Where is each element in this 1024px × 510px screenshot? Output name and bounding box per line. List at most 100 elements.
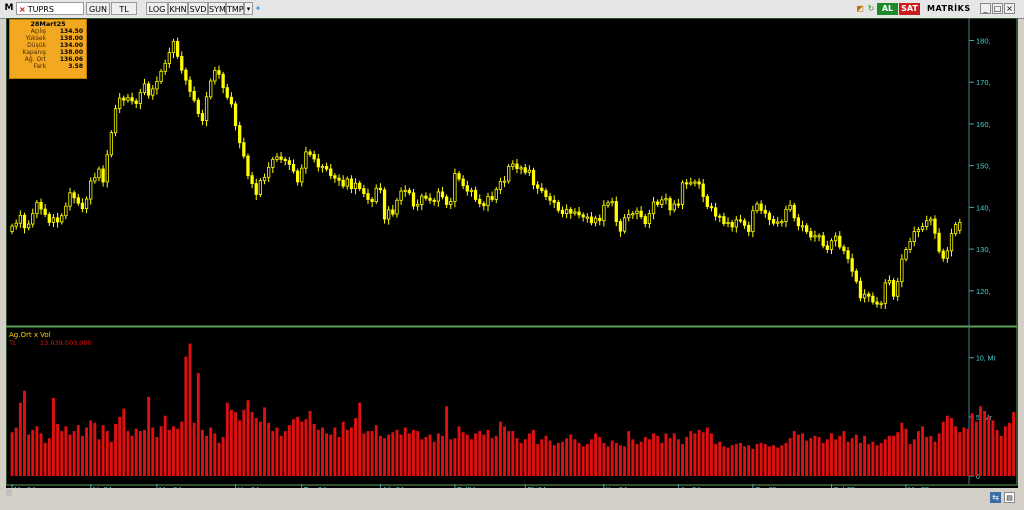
price-tick-label: 130,	[976, 245, 991, 254]
maximize-icon[interactable]: □	[992, 3, 1003, 14]
candle-body	[862, 293, 867, 299]
candle-body	[825, 245, 830, 250]
candle-body	[374, 187, 378, 202]
candle-body	[295, 170, 300, 183]
volume-bar	[494, 435, 498, 476]
candle-body	[713, 207, 718, 217]
settings-icon[interactable]: ▤	[1004, 492, 1015, 503]
candle-body	[101, 168, 105, 183]
candle-body	[453, 173, 457, 202]
volume-bar	[867, 444, 871, 476]
volume-bar	[217, 442, 221, 476]
volume-bar	[523, 439, 527, 476]
candle-body	[262, 176, 267, 182]
volume-bar	[68, 434, 72, 476]
log-button[interactable]: LOG	[146, 2, 168, 15]
volume-bar	[453, 438, 457, 476]
candle-body	[680, 182, 685, 205]
volume-bar	[345, 429, 349, 476]
minimize-icon[interactable]: _	[980, 3, 991, 14]
close-icon[interactable]: ×	[1004, 3, 1015, 14]
candle-body	[937, 232, 941, 252]
candle-body	[490, 196, 494, 200]
volume-bar	[627, 431, 631, 476]
volume-bar	[900, 422, 904, 476]
volume-bar	[43, 442, 47, 476]
candle-body	[879, 302, 883, 305]
candle-body	[238, 125, 242, 144]
candle-body	[424, 195, 428, 199]
buy-button[interactable]: AL	[877, 3, 898, 15]
svd-button[interactable]: SVD	[188, 2, 208, 15]
sell-button[interactable]: SAT	[899, 3, 920, 15]
chart-window: M × TUPRS GUN TL LOG KHN SVD SYM TMP ▾ ✦ …	[0, 0, 1024, 510]
dropdown-arrow-icon[interactable]: ▾	[244, 2, 253, 15]
candle-body	[196, 99, 200, 114]
volume-bar	[246, 400, 250, 476]
candle-body	[891, 279, 896, 297]
candle-body	[192, 91, 196, 101]
candle-body	[353, 182, 358, 189]
refresh-icon[interactable]: ↻	[866, 2, 876, 15]
twitter-icon[interactable]: ✦	[253, 2, 263, 15]
volume-bar	[602, 442, 606, 476]
candle-body	[635, 210, 639, 215]
volume-bar	[370, 431, 374, 476]
candle-body	[279, 156, 283, 160]
scroll-left-handle[interactable]	[6, 489, 12, 496]
candle-body	[31, 213, 35, 225]
candle-body	[469, 189, 474, 192]
alarm-icon[interactable]: ◩	[855, 2, 865, 15]
candle-body	[511, 163, 515, 167]
candle-body	[258, 180, 263, 195]
volume-bar	[27, 434, 31, 476]
period-select[interactable]: GUN	[86, 2, 110, 15]
tmp-button[interactable]: TMP	[226, 2, 244, 15]
candle-body	[291, 164, 296, 172]
clear-icon[interactable]: ×	[19, 5, 26, 14]
volume-bar	[573, 439, 577, 476]
volume-bar	[639, 441, 643, 476]
volume-bar	[105, 431, 109, 476]
volume-bar	[577, 442, 581, 476]
candle-body	[283, 158, 287, 162]
candle-body	[163, 63, 167, 72]
chart-canvas[interactable]: 120,130,140,150,160,170,180,05, Mr10, Mr…	[6, 18, 1018, 488]
volume-bar	[97, 439, 101, 476]
volume-bar	[122, 408, 126, 476]
volume-bar	[383, 438, 386, 476]
volume-bar	[436, 433, 440, 476]
candle-body	[887, 279, 892, 284]
volume-bar	[10, 432, 14, 476]
chart-area[interactable]: 120,130,140,150,160,170,180,05, Mr10, Mr…	[6, 18, 1018, 488]
volume-bar	[821, 442, 825, 476]
volume-bar	[176, 428, 180, 476]
candle-body	[420, 195, 424, 205]
volume-bar	[300, 421, 304, 476]
candle-body	[664, 198, 668, 201]
candle-body	[312, 153, 316, 160]
volume-bar	[788, 438, 792, 476]
bottom-bar	[0, 488, 1024, 510]
volume-panel-title: Ag.Ort x Vol	[9, 331, 51, 339]
volume-bar	[47, 438, 51, 476]
khn-button[interactable]: KHN	[168, 2, 188, 15]
volume-bar	[548, 440, 552, 476]
matriks-m-icon[interactable]: M	[4, 2, 14, 15]
symbol-input[interactable]: × TUPRS	[16, 2, 84, 15]
sym-button[interactable]: SYM	[208, 2, 226, 15]
candle-body	[585, 216, 589, 219]
candle-body	[916, 229, 921, 232]
candle-body	[486, 196, 490, 207]
volume-bar	[838, 435, 842, 476]
candle-body	[614, 201, 618, 222]
currency-select[interactable]: TL	[111, 2, 137, 15]
volume-bar	[271, 431, 275, 476]
candle-body	[709, 206, 714, 209]
volume-bar	[250, 412, 254, 476]
price-panel-border	[6, 18, 1018, 327]
volume-bar	[76, 425, 80, 476]
volume-bar	[875, 445, 879, 476]
link-icon[interactable]: ⇆	[990, 492, 1001, 503]
candle-body	[229, 96, 234, 105]
